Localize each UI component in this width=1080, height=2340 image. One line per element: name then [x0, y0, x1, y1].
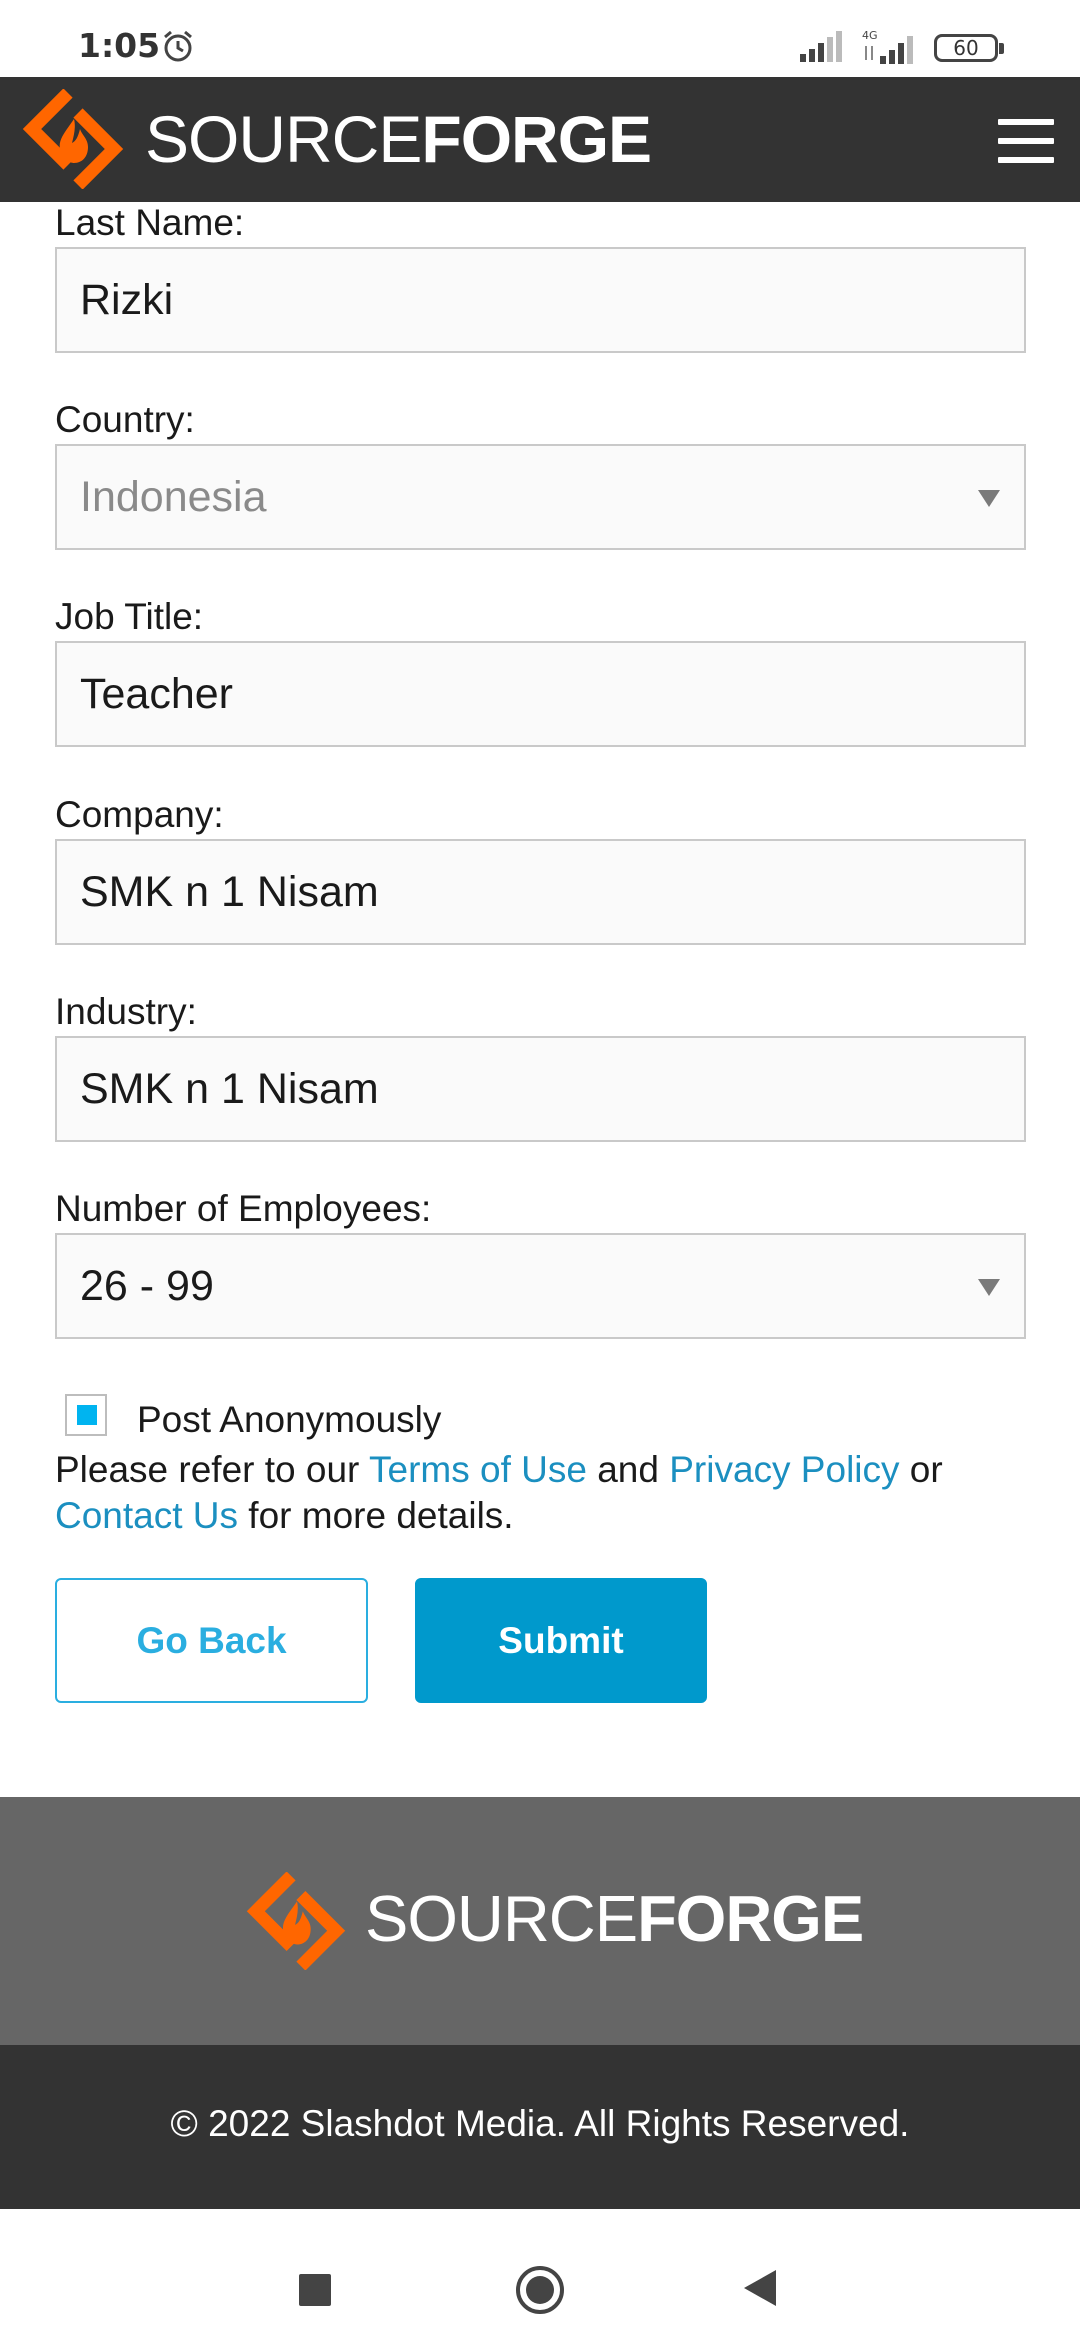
policy-notice-and: and	[586, 1449, 670, 1490]
go-back-button[interactable]: Go Back	[55, 1578, 368, 1703]
chevron-down-icon	[978, 1279, 1000, 1296]
submit-button[interactable]: Submit	[415, 1578, 707, 1703]
battery-icon: 60	[934, 34, 1004, 62]
recent-apps-icon[interactable]	[299, 2274, 331, 2306]
home-icon[interactable]	[514, 2264, 566, 2316]
signal-4g-icon: 4G	[862, 29, 913, 64]
chevron-down-icon	[978, 490, 1000, 507]
post-anonymously-label[interactable]: Post Anonymously	[137, 1398, 441, 1442]
employees-label: Number of Employees:	[55, 1188, 432, 1229]
job-title-input[interactable]: Teacher	[55, 641, 1026, 747]
logo-text-forge: FORGE	[421, 102, 652, 176]
checkbox-checked-indicator	[77, 1405, 97, 1425]
system-navigation-bar	[0, 2209, 1080, 2340]
company-label: Company:	[55, 794, 224, 835]
country-label: Country:	[55, 399, 195, 440]
footer-wordmark[interactable]: SOURCEFORGE	[365, 1879, 864, 1959]
job-title-label: Job Title:	[55, 596, 204, 637]
hamburger-menu-icon[interactable]	[998, 119, 1054, 163]
country-select-value: Indonesia	[80, 473, 267, 521]
logo-text-source: SOURCE	[145, 102, 422, 176]
alarm-clock-icon	[164, 30, 192, 62]
last-name-input[interactable]: Rizki	[55, 247, 1026, 353]
sourceforge-logo-icon[interactable]	[242, 1872, 350, 1970]
status-time: 1:05	[78, 26, 161, 65]
sourceforge-wordmark[interactable]: SOURCEFORGE	[145, 99, 652, 179]
industry-input[interactable]: SMK n 1 Nisam	[55, 1036, 1026, 1142]
policy-notice-or: or	[899, 1449, 943, 1490]
last-name-label: Last Name:	[55, 202, 245, 243]
post-anonymously-checkbox[interactable]	[65, 1394, 107, 1436]
site-header: SOURCEFORGE	[0, 77, 1080, 202]
svg-text:4G: 4G	[862, 29, 878, 42]
footer-logo-band: SOURCEFORGE	[0, 1797, 1080, 2045]
status-bar: 1:05 4G 60	[0, 0, 1080, 77]
footer-logo-text-source: SOURCE	[365, 1882, 638, 1955]
industry-label: Industry:	[55, 991, 197, 1032]
terms-of-use-link[interactable]: Terms of Use	[369, 1449, 587, 1490]
privacy-policy-link[interactable]: Privacy Policy	[669, 1449, 899, 1490]
policy-notice-prefix: Please refer to our	[55, 1449, 369, 1490]
contact-us-link[interactable]: Contact Us	[55, 1495, 238, 1536]
sourceforge-logo-icon[interactable]	[18, 89, 128, 189]
signal-strength-icon	[800, 31, 842, 62]
copyright-text: © 2022 Slashdot Media. All Rights Reserv…	[170, 2103, 910, 2144]
employees-select-value: 26 - 99	[80, 1262, 214, 1310]
company-input[interactable]: SMK n 1 Nisam	[55, 839, 1026, 945]
policy-notice-suffix: for more details.	[238, 1495, 514, 1536]
footer-logo-text-forge: FORGE	[637, 1882, 864, 1955]
back-icon[interactable]	[742, 2268, 778, 2308]
employees-select[interactable]: 26 - 99	[55, 1233, 1026, 1339]
footer-copyright-band: © 2022 Slashdot Media. All Rights Reserv…	[0, 2045, 1080, 2209]
country-select[interactable]: Indonesia	[55, 444, 1026, 550]
policy-notice: Please refer to our Terms of Use and Pri…	[55, 1447, 1045, 1539]
